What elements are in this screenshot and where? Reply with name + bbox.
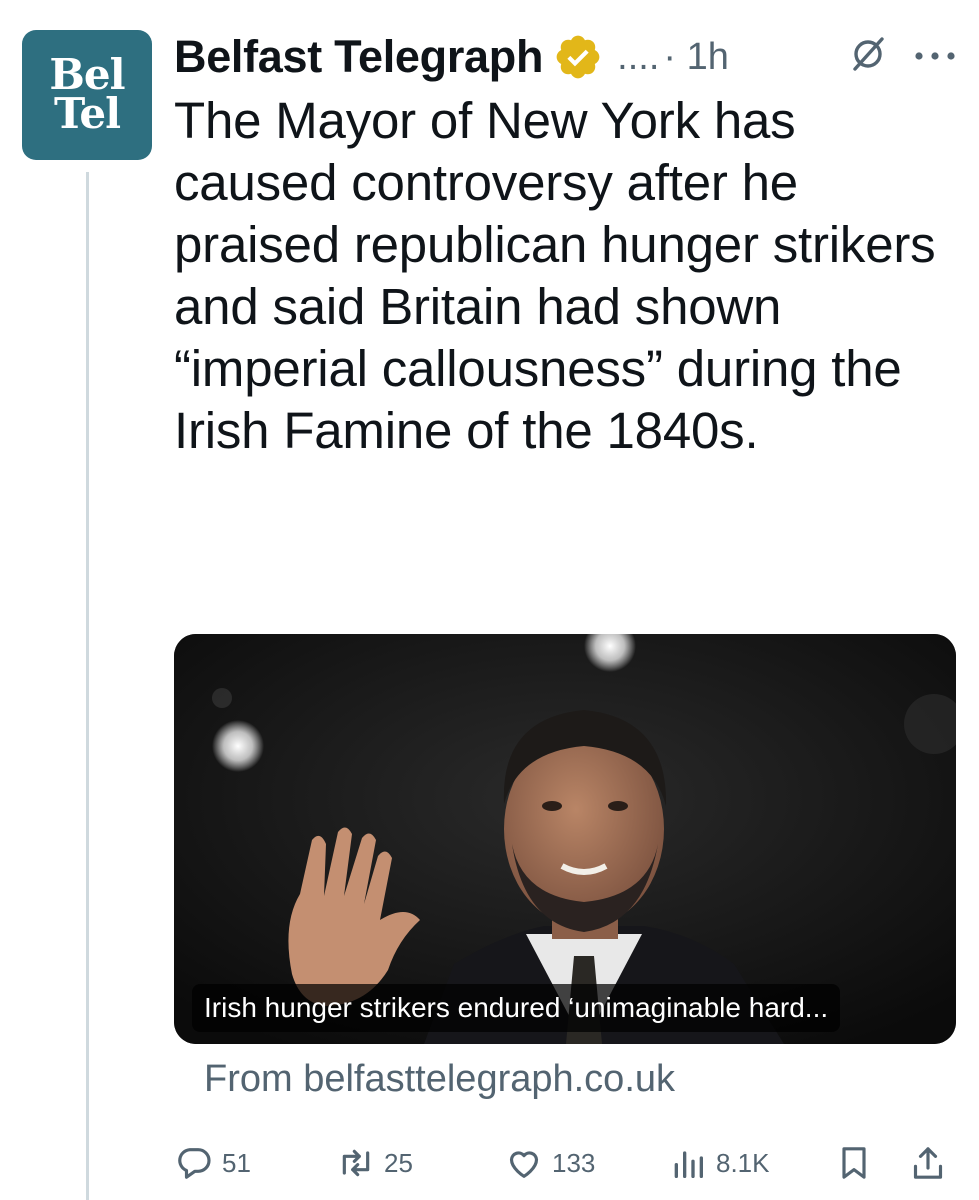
tweet-text: The Mayor of New York has caused controv… — [174, 92, 936, 459]
account-handle[interactable]: .... — [617, 36, 659, 79]
avatar[interactable]: Bel Tel — [22, 30, 152, 160]
share-button[interactable] — [908, 1138, 948, 1188]
account-name[interactable]: Belfast Telegraph — [174, 31, 543, 83]
repost-count: 25 — [384, 1147, 413, 1178]
grok-icon[interactable] — [848, 34, 888, 74]
link-source[interactable]: From belfasttelegraph.co.uk — [204, 1058, 675, 1101]
like-count: 133 — [552, 1147, 596, 1178]
action-bar: 51 25 133 8.1K — [174, 1138, 964, 1188]
reply-count: 51 — [222, 1147, 251, 1178]
reply-icon — [178, 1148, 211, 1179]
tweet-header: Belfast Telegraph .... · 1h — [174, 28, 729, 86]
more-icon[interactable] — [910, 36, 960, 76]
views-button[interactable]: 8.1K — [668, 1138, 770, 1188]
bookmark-icon — [842, 1147, 866, 1179]
share-icon — [913, 1147, 943, 1179]
timestamp[interactable]: · 1h — [663, 36, 728, 79]
card-photo — [174, 634, 956, 1044]
repost-icon — [342, 1149, 370, 1177]
card-caption: Irish hunger strikers endured ‘unimagina… — [192, 984, 841, 1032]
like-icon — [509, 1151, 539, 1178]
views-count: 8.1K — [716, 1147, 770, 1178]
like-button[interactable]: 133 — [504, 1138, 595, 1188]
repost-button[interactable]: 25 — [336, 1138, 413, 1188]
thread-line — [86, 172, 89, 1200]
avatar-line-2: Tel — [53, 89, 121, 138]
views-icon — [674, 1151, 703, 1178]
verified-badge-icon[interactable] — [553, 32, 603, 82]
bookmark-button[interactable] — [834, 1138, 874, 1188]
reply-button[interactable]: 51 — [174, 1138, 251, 1188]
link-card[interactable]: Irish hunger strikers endured ‘unimagina… — [174, 634, 956, 1044]
